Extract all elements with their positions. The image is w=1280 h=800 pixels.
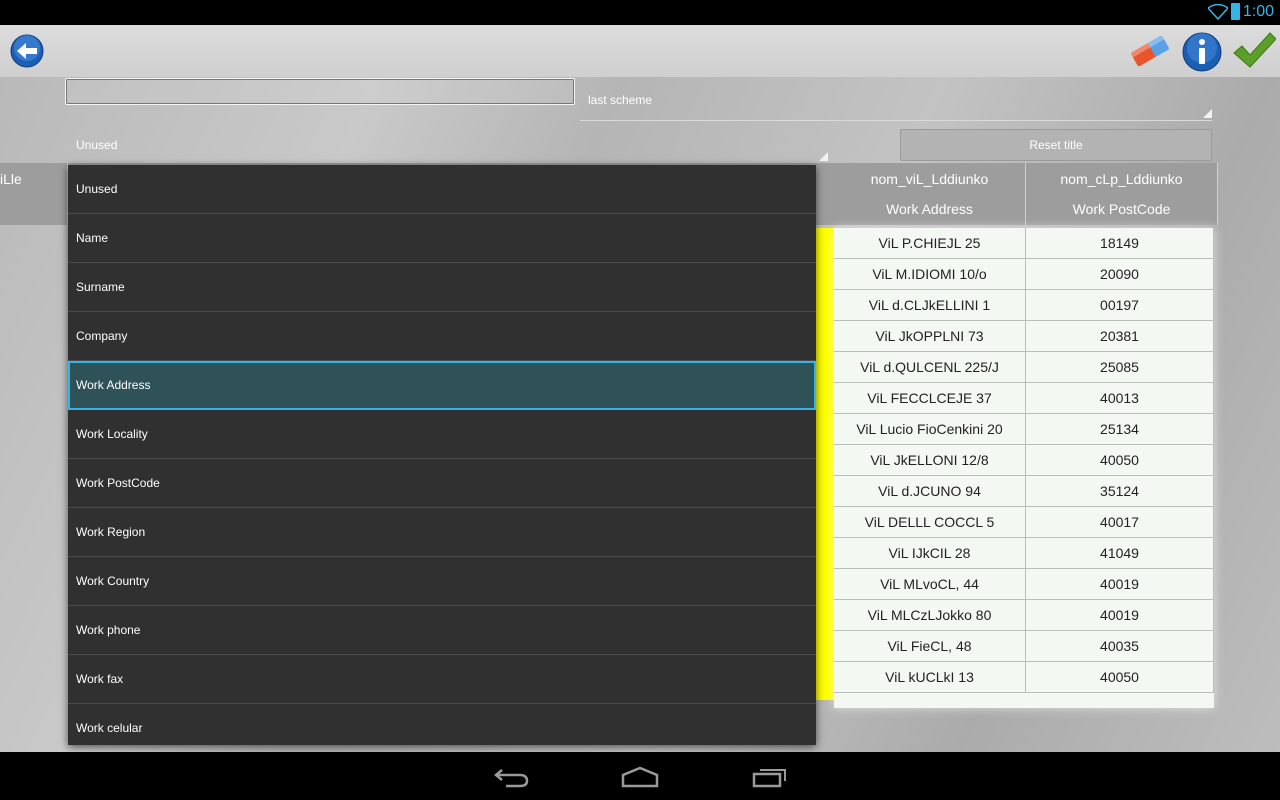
back-arrow-icon[interactable]: [10, 34, 44, 68]
dropdown-item-work-locality[interactable]: Work Locality: [68, 410, 816, 459]
table-cell: 40019: [1026, 600, 1214, 630]
table-cell: ViL kUCLkI 13: [834, 662, 1026, 692]
table-cell: ViL d.JCUNO 94: [834, 476, 1026, 506]
column-field-name: Work Address: [886, 201, 973, 217]
table-cell: ViL d.QULCENL 225/J: [834, 352, 1026, 382]
table-row: ViL d.CLJkELLINI 1 00197: [834, 290, 1214, 321]
table-cell: 35124: [1026, 476, 1214, 506]
dropdown-item-work-phone[interactable]: Work phone: [68, 606, 816, 655]
table-cell: ViL FECCLCEJE 37: [834, 383, 1026, 413]
table-row: ViL d.QULCENL 225/J 25085: [834, 352, 1214, 383]
table-row: ViL M.IDIOMI 10/o 20090: [834, 259, 1214, 290]
table-row: ViL JkELLONI 12/8 40050: [834, 445, 1214, 476]
partial-column-header: iLle: [0, 163, 68, 225]
clock: 1:00: [1242, 3, 1274, 20]
dropdown-triangle-icon: [819, 152, 828, 161]
table-cell: ViL JkELLONI 12/8: [834, 445, 1026, 475]
column-field-spinner-value: Unused: [76, 138, 118, 152]
table-cell: 41049: [1026, 538, 1214, 568]
table-row: ViL MLvoCL, 44 40019: [834, 569, 1214, 600]
home-icon[interactable]: [621, 766, 659, 788]
eraser-icon[interactable]: [1128, 33, 1172, 69]
data-table: ViL P.CHIEJL 25 18149 ViL M.IDIOMI 10/o 20…: [834, 228, 1214, 708]
status-bar: 1:00: [0, 0, 1280, 25]
dropdown-item-work-celular[interactable]: Work celular: [68, 704, 816, 745]
action-bar: [0, 25, 1280, 77]
table-cell: 25134: [1026, 414, 1214, 444]
table-cell: ViL IJkCIL 28: [834, 538, 1026, 568]
table-cell: 40013: [1026, 383, 1214, 413]
table-cell: 40019: [1026, 569, 1214, 599]
dropdown-item-surname[interactable]: Surname: [68, 263, 816, 312]
dropdown-item-work-region[interactable]: Work Region: [68, 508, 816, 557]
table-cell: ViL MLvoCL, 44: [834, 569, 1026, 599]
table-cell: 40017: [1026, 507, 1214, 537]
table-row: ViL DELLL COCCL 5 40017: [834, 507, 1214, 538]
checkmark-icon[interactable]: [1232, 31, 1276, 71]
dropdown-item-work-postcode[interactable]: Work PostCode: [68, 459, 816, 508]
table-cell: 20090: [1026, 259, 1214, 289]
dropdown-item-work-fax[interactable]: Work fax: [68, 655, 816, 704]
dropdown-item-company[interactable]: Company: [68, 312, 816, 361]
table-row: ViL d.JCUNO 94 35124: [834, 476, 1214, 507]
wifi-icon: [1208, 4, 1228, 20]
column-field-name: Work PostCode: [1072, 201, 1171, 217]
column-field-spinner[interactable]: Unused: [68, 133, 828, 163]
dropdown-item-unused[interactable]: Unused: [68, 165, 816, 214]
navigation-bar: [0, 752, 1280, 800]
column-source-name: nom_cLp_Lddiunko: [1060, 171, 1183, 187]
dropdown-item-work-country[interactable]: Work Country: [68, 557, 816, 606]
dropdown-triangle-icon: [1203, 109, 1212, 118]
recent-apps-icon[interactable]: [752, 766, 788, 788]
table-cell: ViL d.CLJkELLINI 1: [834, 290, 1026, 320]
table-cell: 40035: [1026, 631, 1214, 661]
table-cell: ViL M.IDIOMI 10/o: [834, 259, 1026, 289]
reset-title-button[interactable]: Reset title: [900, 129, 1212, 161]
table-cell: 40050: [1026, 662, 1214, 692]
table-row: ViL MLCzLJokko 80 40019: [834, 600, 1214, 631]
table-cell: 40050: [1026, 445, 1214, 475]
table-cell: 25085: [1026, 352, 1214, 382]
table-cell: 00197: [1026, 290, 1214, 320]
info-icon[interactable]: [1182, 32, 1222, 72]
scheme-spinner[interactable]: last scheme: [580, 87, 1212, 121]
app-content: last scheme Reset title Unused iLle nom_…: [0, 25, 1280, 752]
table-cell: ViL P.CHIEJL 25: [834, 228, 1026, 258]
table-row: ViL IJkCIL 28 41049: [834, 538, 1214, 569]
table-row: ViL Lucio FioCenkini 20 25134: [834, 414, 1214, 445]
column-source-name: nom_viL_Lddiunko: [870, 171, 989, 187]
table-row: ViL FieCL, 48 40035: [834, 631, 1214, 662]
table-row: ViL P.CHIEJL 25 18149: [834, 228, 1214, 259]
dropdown-item-name[interactable]: Name: [68, 214, 816, 263]
table-cell: 18149: [1026, 228, 1214, 258]
table-cell: ViL JkOPPLNI 73: [834, 321, 1026, 351]
table-cell: ViL DELLL COCCL 5: [834, 507, 1026, 537]
table-cell: 20381: [1026, 321, 1214, 351]
title-input[interactable]: [65, 78, 575, 105]
dropdown-item-work-address[interactable]: Work Address: [68, 361, 816, 410]
column-header-work-address[interactable]: nom_viL_Lddiunko Work Address: [834, 163, 1026, 225]
back-icon[interactable]: [494, 766, 530, 788]
battery-icon: [1231, 3, 1240, 20]
field-dropdown-list: Unused Name Surname Company Work Address…: [68, 165, 816, 745]
table-cell: ViL MLCzLJokko 80: [834, 600, 1026, 630]
table-row: ViL kUCLkI 13 40050: [834, 662, 1214, 693]
highlighted-column-strip: [816, 228, 834, 700]
table-row: ViL FECCLCEJE 37 40013: [834, 383, 1214, 414]
table-cell: ViL FieCL, 48: [834, 631, 1026, 661]
column-header-work-postcode[interactable]: nom_cLp_Lddiunko Work PostCode: [1026, 163, 1218, 225]
scheme-spinner-value: last scheme: [588, 93, 653, 107]
table-row: ViL JkOPPLNI 73 20381: [834, 321, 1214, 352]
table-cell: ViL Lucio FioCenkini 20: [834, 414, 1026, 444]
